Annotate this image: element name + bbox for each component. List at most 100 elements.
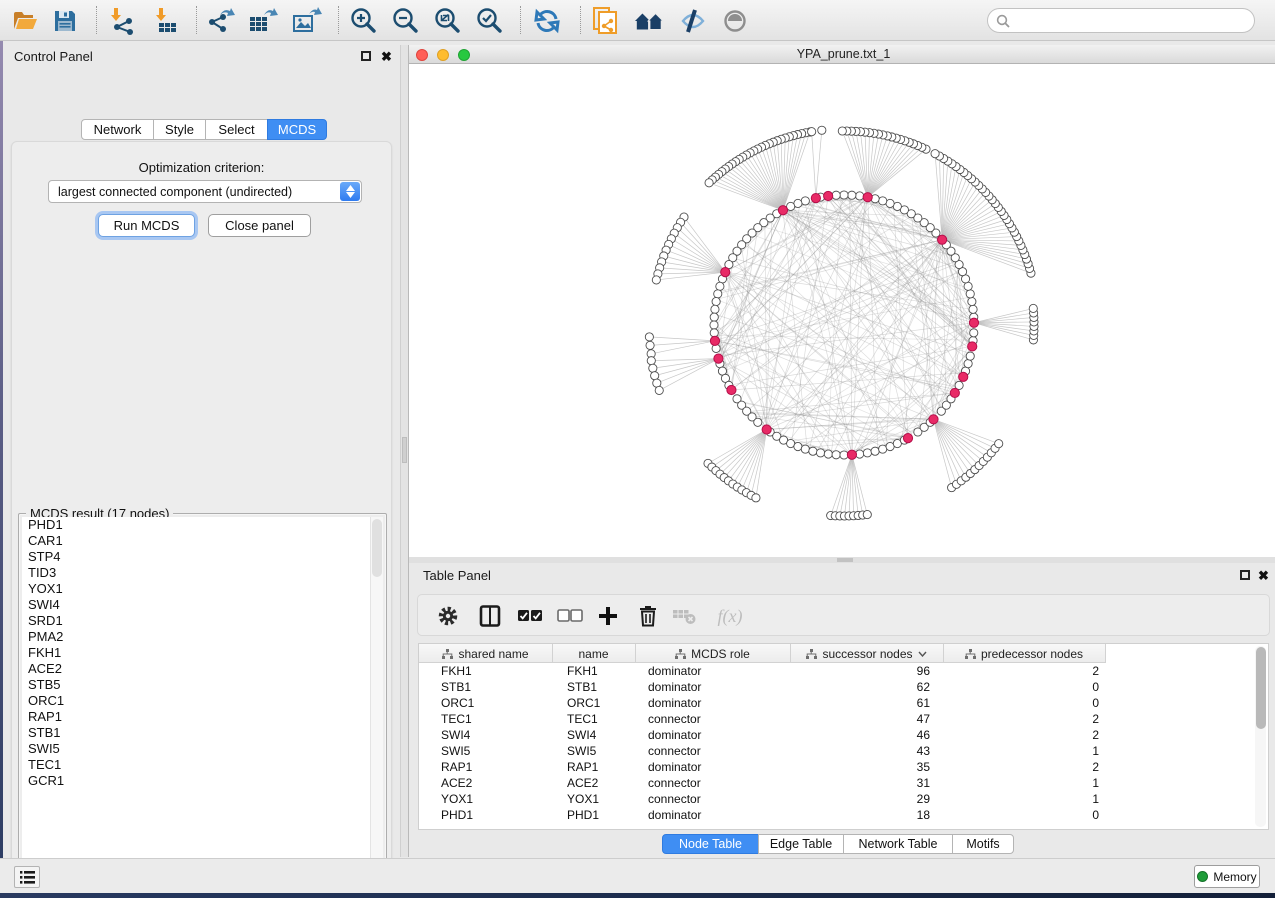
result-node[interactable]: YOX1 bbox=[22, 581, 383, 597]
table-row[interactable]: RAP1RAP1dominator352 bbox=[419, 759, 1268, 775]
graph-leaf-node[interactable] bbox=[995, 440, 1003, 448]
close-panel-button[interactable]: Close panel bbox=[208, 214, 311, 237]
table-row[interactable]: PHD1PHD1dominator180 bbox=[419, 807, 1268, 823]
zoom-in-icon[interactable] bbox=[348, 6, 378, 36]
graph-mcds-node[interactable] bbox=[811, 193, 820, 202]
graph-mcds-node[interactable] bbox=[721, 268, 730, 277]
result-node[interactable]: SWI5 bbox=[22, 741, 383, 757]
import-network-icon[interactable] bbox=[108, 6, 138, 36]
graph-leaf-node[interactable] bbox=[647, 357, 655, 365]
graph-node[interactable] bbox=[879, 197, 887, 205]
graph-mcds-node[interactable] bbox=[968, 342, 977, 351]
graph-mcds-node[interactable] bbox=[714, 354, 723, 363]
graph-node[interactable] bbox=[711, 305, 719, 313]
column-chooser-icon[interactable] bbox=[476, 602, 504, 630]
result-node[interactable]: ACE2 bbox=[22, 661, 383, 677]
splitter-handle[interactable] bbox=[402, 437, 407, 463]
graph-node[interactable] bbox=[754, 418, 762, 426]
graph-mcds-node[interactable] bbox=[762, 425, 771, 434]
graph-node[interactable] bbox=[848, 191, 856, 199]
float-window-icon[interactable] bbox=[1240, 570, 1250, 580]
refresh-icon[interactable] bbox=[532, 6, 562, 36]
graph-leaf-node[interactable] bbox=[655, 386, 663, 394]
network-canvas[interactable] bbox=[409, 64, 1275, 557]
hide-details-icon[interactable] bbox=[678, 6, 708, 36]
table-row[interactable]: YOX1YOX1connector291 bbox=[419, 791, 1268, 807]
graph-node[interactable] bbox=[840, 191, 848, 199]
graph-mcds-node[interactable] bbox=[950, 388, 959, 397]
result-node[interactable]: STP4 bbox=[22, 549, 383, 565]
table-row[interactable]: STB1STB1dominator620 bbox=[419, 679, 1268, 695]
graph-mcds-node[interactable] bbox=[969, 318, 978, 327]
run-mcds-button[interactable]: Run MCDS bbox=[98, 214, 195, 237]
table-row[interactable]: ORC1ORC1dominator610 bbox=[419, 695, 1268, 711]
zoom-selected-icon[interactable] bbox=[474, 6, 504, 36]
result-node[interactable]: PMA2 bbox=[22, 629, 383, 645]
graph-node[interactable] bbox=[969, 305, 977, 313]
graph-node[interactable] bbox=[871, 447, 879, 455]
graph-node[interactable] bbox=[966, 290, 974, 298]
table-row[interactable]: SWI5SWI5connector431 bbox=[419, 743, 1268, 759]
table-scrollbar[interactable] bbox=[1255, 646, 1266, 827]
splitter-handle[interactable] bbox=[837, 558, 853, 562]
graph-node[interactable] bbox=[970, 329, 978, 337]
graph-mcds-node[interactable] bbox=[824, 191, 833, 200]
show-eye-icon[interactable] bbox=[720, 6, 750, 36]
deselect-all-icon[interactable] bbox=[556, 602, 584, 630]
result-node[interactable]: ORC1 bbox=[22, 693, 383, 709]
graph-node[interactable] bbox=[879, 445, 887, 453]
save-session-icon[interactable] bbox=[50, 6, 80, 36]
vertical-splitter[interactable] bbox=[400, 45, 409, 857]
graph-mcds-node[interactable] bbox=[959, 372, 968, 381]
delete-row-icon[interactable] bbox=[634, 602, 662, 630]
result-node[interactable]: PHD1 bbox=[22, 517, 383, 533]
graph-mcds-node[interactable] bbox=[727, 385, 736, 394]
tab-edge-table[interactable]: Edge Table bbox=[758, 834, 844, 854]
import-table-icon[interactable] bbox=[150, 6, 180, 36]
result-node[interactable]: TID3 bbox=[22, 565, 383, 581]
open-file-icon[interactable] bbox=[10, 6, 40, 36]
tab-network[interactable]: Network bbox=[81, 119, 154, 140]
zoom-fit-icon[interactable] bbox=[432, 6, 462, 36]
add-row-icon[interactable] bbox=[594, 602, 622, 630]
graph-mcds-node[interactable] bbox=[778, 206, 787, 215]
result-node[interactable]: RAP1 bbox=[22, 709, 383, 725]
home-icon[interactable] bbox=[634, 6, 664, 36]
close-panel-icon[interactable]: ✖ bbox=[381, 52, 392, 62]
graph-node[interactable] bbox=[966, 352, 974, 360]
column-header-shared-name[interactable]: shared name bbox=[419, 644, 552, 663]
memory-button[interactable]: Memory bbox=[1194, 865, 1260, 888]
result-node[interactable]: TEC1 bbox=[22, 757, 383, 773]
result-node[interactable]: SRD1 bbox=[22, 613, 383, 629]
table-row[interactable]: SWI4SWI4dominator462 bbox=[419, 727, 1268, 743]
graph-node[interactable] bbox=[710, 329, 718, 337]
column-header-successor-nodes[interactable]: successor nodes bbox=[790, 644, 943, 663]
export-image-icon[interactable] bbox=[292, 6, 322, 36]
tab-node-table[interactable]: Node Table bbox=[662, 834, 759, 854]
search-field[interactable] bbox=[987, 8, 1255, 33]
graph-node[interactable] bbox=[809, 447, 817, 455]
graph-leaf-node[interactable] bbox=[646, 341, 654, 349]
column-header-name[interactable]: name bbox=[552, 644, 635, 663]
export-table-icon[interactable] bbox=[248, 6, 278, 36]
graph-leaf-node[interactable] bbox=[649, 364, 657, 372]
graph-node[interactable] bbox=[801, 445, 809, 453]
graph-leaf-node[interactable] bbox=[838, 127, 846, 135]
table-row[interactable]: TEC1TEC1connector472 bbox=[419, 711, 1268, 727]
tab-network-table[interactable]: Network Table bbox=[843, 834, 953, 854]
tab-style[interactable]: Style bbox=[153, 119, 206, 140]
graph-node[interactable] bbox=[968, 297, 976, 305]
column-header-predecessor-nodes[interactable]: predecessor nodes bbox=[943, 644, 1105, 663]
table-row[interactable]: FKH1FKH1dominator962 bbox=[419, 663, 1268, 679]
result-node[interactable]: CAR1 bbox=[22, 533, 383, 549]
graph-mcds-node[interactable] bbox=[938, 235, 947, 244]
graph-node[interactable] bbox=[832, 191, 840, 199]
graph-node[interactable] bbox=[801, 197, 809, 205]
result-scrollbar[interactable] bbox=[370, 517, 383, 880]
mcds-result-list[interactable]: PHD1CAR1STP4TID3YOX1SWI4SRD1PMA2FKH1ACE2… bbox=[22, 517, 383, 880]
graph-node[interactable] bbox=[716, 282, 724, 290]
graph-leaf-node[interactable] bbox=[1029, 304, 1037, 312]
graph-leaf-node[interactable] bbox=[818, 126, 826, 134]
zoom-out-icon[interactable] bbox=[390, 6, 420, 36]
tab-select[interactable]: Select bbox=[205, 119, 268, 140]
